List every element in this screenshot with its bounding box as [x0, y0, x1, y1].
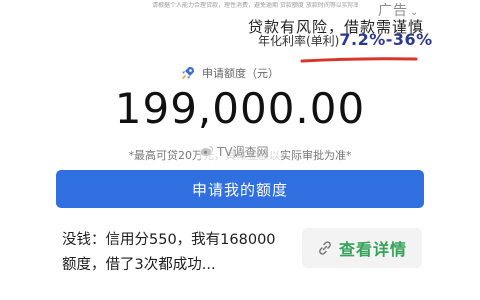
view-details-label: 查看详情 — [338, 240, 407, 259]
link-icon — [319, 241, 331, 255]
view-details-button[interactable]: 查看详情 — [302, 228, 422, 268]
watermark-text: TV调查网 — [217, 144, 269, 159]
rate-value: 7.2%-36% — [339, 30, 433, 49]
amount-label-row: 申请额度（元） — [180, 64, 279, 82]
loan-ad-card[interactable]: 请根据个人能力合理贷款，理性消费，避免逾期 贷款额度 放款时间等以实际审批为准 … — [0, 0, 480, 300]
watermark: TV调查网 — [200, 141, 280, 161]
rocket-icon — [182, 67, 194, 79]
red-underline-mark — [300, 57, 418, 63]
loan-amount: 199,000.00 — [114, 84, 366, 133]
weibo-logo-icon — [200, 145, 214, 156]
testimonial-text: 没钱：信用分550，我有168000额度，借了3次都成功... — [62, 232, 276, 273]
amount-label: 申请额度（元） — [202, 67, 279, 80]
disclaimer-text: 请根据个人能力合理贷款，理性消费，避免逾期 贷款额度 放款时间等以实际审批为准 — [152, 2, 358, 9]
apply-limit-button[interactable]: 申请我的额度 — [56, 170, 424, 208]
rate-row: 年化利率(单利)7.2%-36% — [258, 30, 433, 49]
rate-label: 年化利率(单利) — [258, 34, 340, 48]
